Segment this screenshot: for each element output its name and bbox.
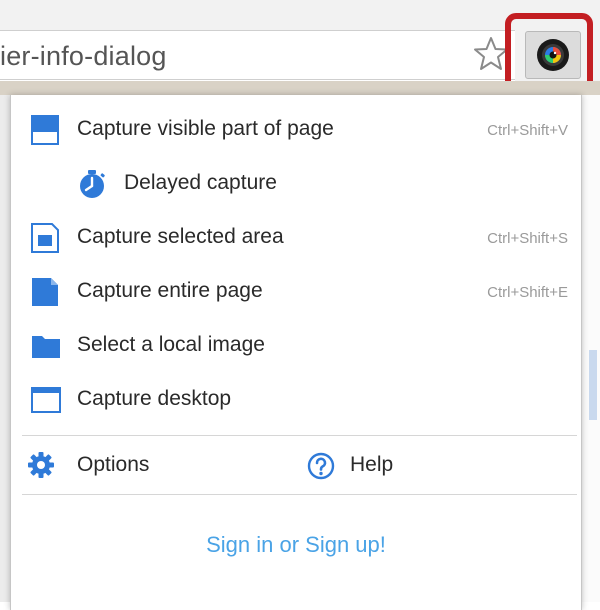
- options-label: Options: [77, 453, 150, 476]
- url-text[interactable]: ier-info-dialog: [0, 41, 167, 72]
- menu-item-capture-selected[interactable]: Capture selected area Ctrl+Shift+S: [11, 211, 581, 265]
- menu-separator: [22, 494, 577, 495]
- menu-item-label: Capture visible part of page: [77, 117, 334, 140]
- page-right-accent: [589, 350, 597, 420]
- help-icon: [307, 452, 335, 480]
- capture-menu-popup: Capture visible part of page Ctrl+Shift+…: [10, 95, 582, 610]
- page-strip: [0, 81, 600, 95]
- help-label: Help: [350, 453, 394, 476]
- shortcut-label: Ctrl+Shift+E: [487, 284, 568, 301]
- gear-icon: [28, 452, 54, 478]
- menu-item-select-local-image[interactable]: Select a local image: [11, 319, 581, 373]
- menu-item-label: Capture selected area: [77, 225, 284, 248]
- folder-icon: [32, 336, 60, 358]
- visible-page-icon: [31, 115, 59, 145]
- shortcut-label: Ctrl+Shift+V: [487, 122, 568, 139]
- selected-area-icon: [31, 223, 59, 253]
- help-button[interactable]: Help: [301, 437, 501, 491]
- desktop-window-icon: [31, 387, 61, 413]
- menu-item-capture-desktop[interactable]: Capture desktop: [11, 373, 581, 427]
- menu-item-label: Delayed capture: [124, 171, 277, 194]
- menu-item-capture-visible[interactable]: Capture visible part of page Ctrl+Shift+…: [11, 103, 581, 157]
- options-button[interactable]: Options: [11, 437, 291, 491]
- menu-separator: [22, 435, 577, 436]
- menu-item-label: Capture desktop: [77, 387, 232, 410]
- sign-in-link[interactable]: Sign in or Sign up!: [11, 532, 581, 558]
- entire-page-icon: [32, 278, 58, 306]
- address-bar[interactable]: ier-info-dialog: [0, 30, 515, 80]
- menu-item-label: Select a local image: [77, 333, 265, 356]
- timer-icon: [80, 170, 105, 198]
- menu-item-capture-entire[interactable]: Capture entire page Ctrl+Shift+E: [11, 265, 581, 319]
- shortcut-label: Ctrl+Shift+S: [487, 230, 568, 247]
- menu-item-delayed-capture[interactable]: Delayed capture: [11, 157, 581, 211]
- page-right-edge: [580, 95, 600, 602]
- menu-item-label: Capture entire page: [77, 279, 263, 302]
